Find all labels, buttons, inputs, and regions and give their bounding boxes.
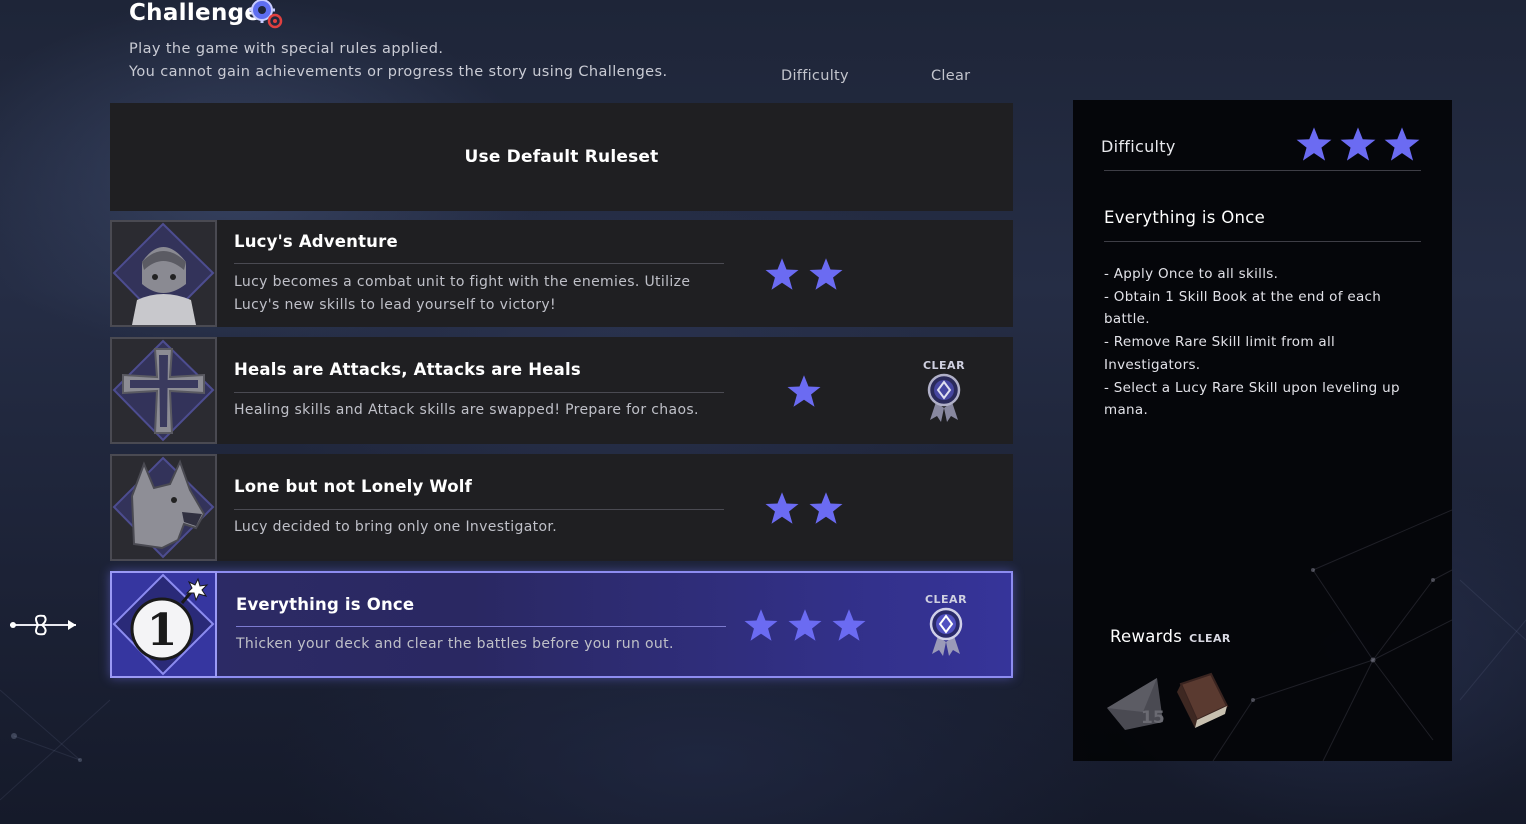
skill-book-reward-icon[interactable] [1171, 670, 1231, 732]
clear-badge: CLEAR [922, 593, 970, 659]
gear-icon [249, 0, 283, 29]
star-icon [809, 492, 843, 524]
page-title: Challenge [129, 0, 261, 26]
panel-background-network [1212, 509, 1452, 761]
detail-title: Everything is Once [1104, 208, 1266, 227]
challenge-row-heals-are-attacks[interactable]: Heals are Attacks, Attacks are Heals Hea… [110, 337, 1013, 444]
rewards-heading: Rewards CLEAR [1110, 627, 1231, 646]
clear-medal-icon [929, 607, 963, 656]
rule-line: - Obtain 1 Skill Book at the end of each [1104, 288, 1382, 305]
divider [234, 392, 724, 393]
challenge-description-line-1: Lucy decided to bring only one Investiga… [234, 519, 558, 535]
challenge-description-line-2: Lucy's new skills to lead yourself to vi… [234, 297, 556, 313]
bomb-one-icon: 1 [110, 571, 217, 678]
challenge-row-lucys-adventure[interactable]: Lucy's Adventure Lucy becomes a combat u… [110, 220, 1013, 327]
subtitle-line-2: You cannot gain achievements or progress… [129, 64, 668, 80]
detail-rules-list: - Apply Once to all skills. - Obtain 1 S… [1104, 263, 1404, 422]
clear-label: CLEAR [922, 359, 966, 372]
selection-cursor-icon [10, 614, 76, 636]
cross-icon [110, 337, 217, 444]
divider [236, 626, 726, 627]
challenge-title: Lone but not Lonely Wolf [234, 477, 472, 496]
star-icon [788, 609, 822, 641]
star-icon [765, 492, 799, 524]
star-icon [1296, 127, 1332, 161]
reward-quantity: 15 [1141, 708, 1165, 728]
rule-line: mana. [1104, 402, 1149, 419]
rule-line: Investigators. [1104, 356, 1201, 373]
divider [1104, 241, 1421, 242]
clear-medal-icon [927, 373, 961, 422]
wolf-icon [110, 454, 217, 561]
challenge-detail-panel: Difficulty Everything is Once - Apply On… [1073, 100, 1452, 761]
star-icon [1384, 127, 1420, 161]
challenge-description-line-1: Thicken your deck and clear the battles … [236, 636, 674, 652]
clear-badge: CLEAR [920, 359, 968, 425]
rewards-clear-label: CLEAR [1189, 632, 1231, 645]
star-icon [1340, 127, 1376, 161]
column-header-clear: Clear [931, 68, 971, 84]
difficulty-stars [764, 256, 844, 292]
star-icon [832, 609, 866, 641]
challenge-title: Lucy's Adventure [234, 232, 398, 251]
star-icon [765, 258, 799, 290]
divider [234, 263, 724, 264]
svg-text:1: 1 [147, 605, 178, 656]
column-header-difficulty: Difficulty [781, 68, 849, 84]
challenge-description-line-1: Lucy becomes a combat unit to fight with… [234, 274, 691, 290]
detail-difficulty-stars [1295, 125, 1421, 163]
rewards-label: Rewards [1110, 627, 1183, 646]
difficulty-stars [743, 607, 867, 643]
rule-line: - Apply Once to all skills. [1104, 266, 1279, 282]
difficulty-stars [764, 490, 844, 526]
challenge-title: Everything is Once [236, 595, 415, 614]
clear-label: CLEAR [924, 593, 968, 606]
challenge-description-line-1: Healing skills and Attack skills are swa… [234, 402, 699, 418]
divider [234, 509, 724, 510]
star-icon [744, 609, 778, 641]
detail-difficulty-label: Difficulty [1101, 137, 1176, 156]
star-icon [809, 258, 843, 290]
lucy-portrait-icon [110, 220, 217, 327]
divider [1104, 170, 1421, 171]
rule-line: - Select a Lucy Rare Skill upon leveling… [1104, 379, 1400, 396]
difficulty-stars [786, 373, 822, 409]
use-default-ruleset-button[interactable]: Use Default Ruleset [110, 103, 1013, 211]
rule-line: battle. [1104, 311, 1150, 328]
challenge-row-lone-wolf[interactable]: Lone but not Lonely Wolf Lucy decided to… [110, 454, 1013, 561]
challenge-row-everything-is-once[interactable]: 1 Everything is Once Thicken your deck a… [110, 571, 1013, 678]
rule-line: - Remove Rare Skill limit from all [1104, 334, 1336, 351]
star-icon [787, 375, 821, 407]
challenge-title: Heals are Attacks, Attacks are Heals [234, 360, 581, 379]
subtitle-line-1: Play the game with special rules applied… [129, 41, 444, 57]
